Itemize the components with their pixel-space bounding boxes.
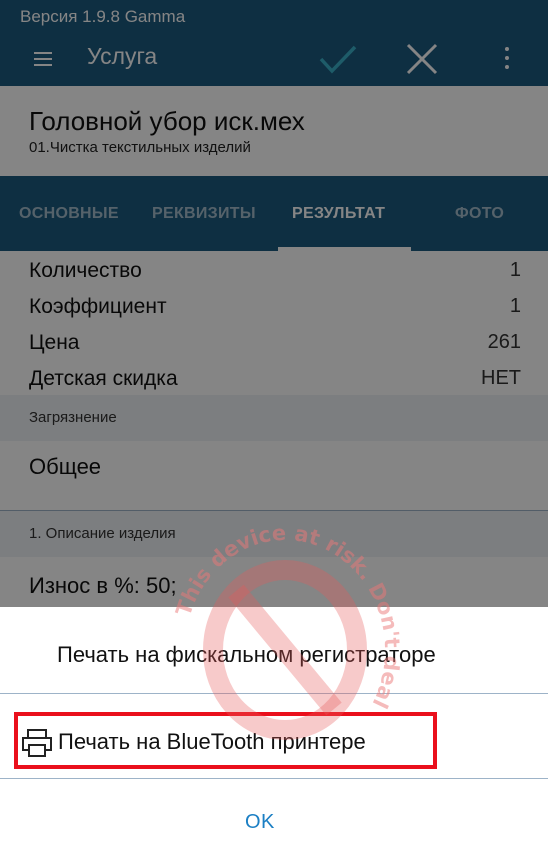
printer-icon [22,729,52,757]
print-bluetooth-option[interactable]: Печать на BlueTooth принтере [14,712,437,769]
option-label: Печать на фискальном регистраторе [57,642,436,667]
print-options-sheet: Печать на фискальном регистраторе Печать… [0,607,548,865]
option-label: Печать на BlueTooth принтере [58,729,366,754]
divider [0,693,548,694]
divider [0,778,548,779]
ok-button[interactable]: OK [245,811,275,834]
print-fiscal-option[interactable]: Печать на фискальном регистраторе [0,607,548,695]
dialog-scrim[interactable] [0,0,548,607]
